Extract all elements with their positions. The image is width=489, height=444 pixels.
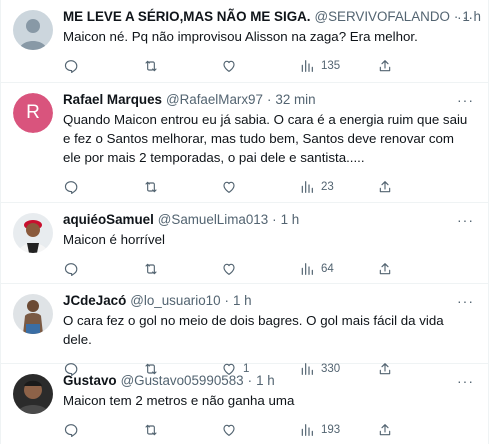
tweet-text: Maicon né. Pq não improvisou Alisson na …	[63, 29, 418, 44]
timestamp[interactable]: 1 h	[256, 372, 275, 390]
tweet[interactable]: Gustavo @Gustavo05990583 · 1 h ··· Maico…	[1, 364, 488, 444]
separator-dot: ·	[247, 373, 253, 388]
separator-dot: ·	[224, 293, 230, 308]
views-button[interactable]: 64	[299, 261, 377, 277]
avatar-letter: R	[13, 93, 53, 133]
avatar[interactable]: R	[13, 93, 53, 133]
default-avatar-icon	[13, 10, 53, 50]
tweet-actions: 23	[63, 170, 474, 204]
author-name[interactable]: Gustavo	[63, 372, 117, 390]
reply-button[interactable]	[63, 179, 143, 195]
more-icon[interactable]: ···	[457, 92, 474, 108]
tweet-header: ME LEVE A SÉRIO,MAS NÃO ME SIGA. @SERVIV…	[63, 8, 481, 26]
tweet-text: Quando Maicon entrou eu já sabia. O cara…	[63, 112, 468, 165]
tweet-actions: 193	[63, 413, 474, 444]
reply-button[interactable]	[63, 58, 143, 74]
tweet-actions: 135	[63, 49, 474, 83]
more-icon[interactable]: ···	[457, 373, 474, 389]
more-icon[interactable]: ···	[457, 293, 474, 309]
tweet-feed: ME LEVE A SÉRIO,MAS NÃO ME SIGA. @SERVIV…	[0, 0, 489, 444]
more-icon[interactable]: ···	[457, 212, 474, 228]
avatar[interactable]	[13, 374, 53, 414]
share-icon	[379, 263, 391, 275]
tweet-header: Gustavo @Gustavo05990583 · 1 h	[63, 372, 474, 390]
like-icon	[223, 424, 235, 436]
retweet-icon	[145, 424, 157, 436]
avatar[interactable]	[13, 213, 53, 253]
author-handle[interactable]: @RafaelMarx97	[166, 91, 263, 109]
tweet[interactable]: JCdeJacó @lo_usuario10 · 1 h ··· O cara …	[1, 284, 488, 377]
views-button[interactable]: 135	[299, 58, 377, 74]
author-handle[interactable]: @Gustavo05990583	[121, 372, 244, 390]
tweet-header: aquiéoSamuel @SamuelLima013 · 1 h	[63, 211, 474, 229]
like-button[interactable]	[221, 179, 299, 195]
tweet[interactable]: ME LEVE A SÉRIO,MAS NÃO ME SIGA. @SERVIV…	[1, 0, 488, 83]
like-button[interactable]	[221, 422, 299, 438]
reply-icon	[64, 181, 78, 195]
avatar[interactable]	[13, 294, 53, 334]
tweet-text: Maicon é horrível	[63, 232, 165, 247]
share-button[interactable]	[377, 58, 407, 74]
like-button[interactable]	[221, 261, 299, 277]
separator-dot: ·	[272, 212, 277, 227]
like-button[interactable]	[221, 58, 299, 74]
views-count: 23	[321, 181, 334, 193]
share-button[interactable]	[377, 261, 407, 277]
reply-button[interactable]	[63, 422, 143, 438]
retweet-icon	[145, 181, 157, 193]
tweet-header: JCdeJacó @lo_usuario10 · 1 h	[63, 292, 474, 310]
tweet-header: Rafael Marques @RafaelMarx97 · 32 min	[63, 91, 474, 109]
retweet-button[interactable]	[143, 422, 221, 438]
share-icon	[379, 424, 391, 436]
like-icon	[223, 60, 235, 72]
user-photo-icon	[13, 294, 53, 334]
reply-icon	[64, 424, 78, 438]
reply-button[interactable]	[63, 261, 143, 277]
tweet[interactable]: aquiéoSamuel @SamuelLima013 · 1 h ··· Ma…	[1, 203, 488, 284]
views-icon	[301, 263, 313, 275]
views-icon	[301, 181, 313, 193]
tweet-actions: 64	[63, 252, 474, 286]
tweet-text: O cara fez o gol no meio de dois bagres.…	[63, 313, 444, 347]
timestamp[interactable]: 1 h	[281, 211, 300, 229]
author-name[interactable]: aquiéoSamuel	[63, 211, 154, 229]
share-icon	[379, 60, 391, 72]
retweet-button[interactable]	[143, 179, 221, 195]
share-button[interactable]	[377, 422, 407, 438]
author-handle[interactable]: @SERVIVOFALANDO	[315, 8, 450, 26]
timestamp[interactable]: 1 h	[233, 292, 252, 310]
user-photo-icon	[13, 374, 53, 414]
author-name[interactable]: ME LEVE A SÉRIO,MAS NÃO ME SIGA.	[63, 8, 311, 26]
share-button[interactable]	[377, 179, 407, 195]
views-count: 193	[321, 424, 341, 436]
views-count: 135	[321, 60, 341, 72]
tweet-text: Maicon tem 2 metros e não ganha uma	[63, 393, 295, 408]
views-icon	[301, 424, 313, 436]
views-button[interactable]: 193	[299, 422, 377, 438]
retweet-button[interactable]	[143, 261, 221, 277]
retweet-icon	[145, 60, 157, 72]
views-icon	[301, 60, 313, 72]
views-count: 64	[321, 263, 334, 275]
avatar[interactable]	[13, 10, 53, 50]
user-photo-icon	[13, 213, 53, 253]
views-button[interactable]: 23	[299, 179, 377, 195]
author-name[interactable]: Rafael Marques	[63, 91, 162, 109]
reply-icon	[64, 60, 78, 74]
retweet-icon	[145, 263, 157, 275]
separator-dot: ·	[266, 92, 272, 107]
share-icon	[379, 181, 391, 193]
like-icon	[223, 181, 235, 193]
tweet[interactable]: R Rafael Marques @RafaelMarx97 · 32 min …	[1, 83, 488, 203]
author-handle[interactable]: @lo_usuario10	[130, 292, 220, 310]
retweet-button[interactable]	[143, 58, 221, 74]
author-name[interactable]: JCdeJacó	[63, 292, 126, 310]
like-icon	[223, 263, 235, 275]
author-handle[interactable]: @SamuelLima013	[158, 211, 268, 229]
timestamp[interactable]: 32 min	[275, 91, 315, 109]
more-icon[interactable]: ···	[457, 9, 474, 25]
reply-icon	[64, 263, 78, 277]
